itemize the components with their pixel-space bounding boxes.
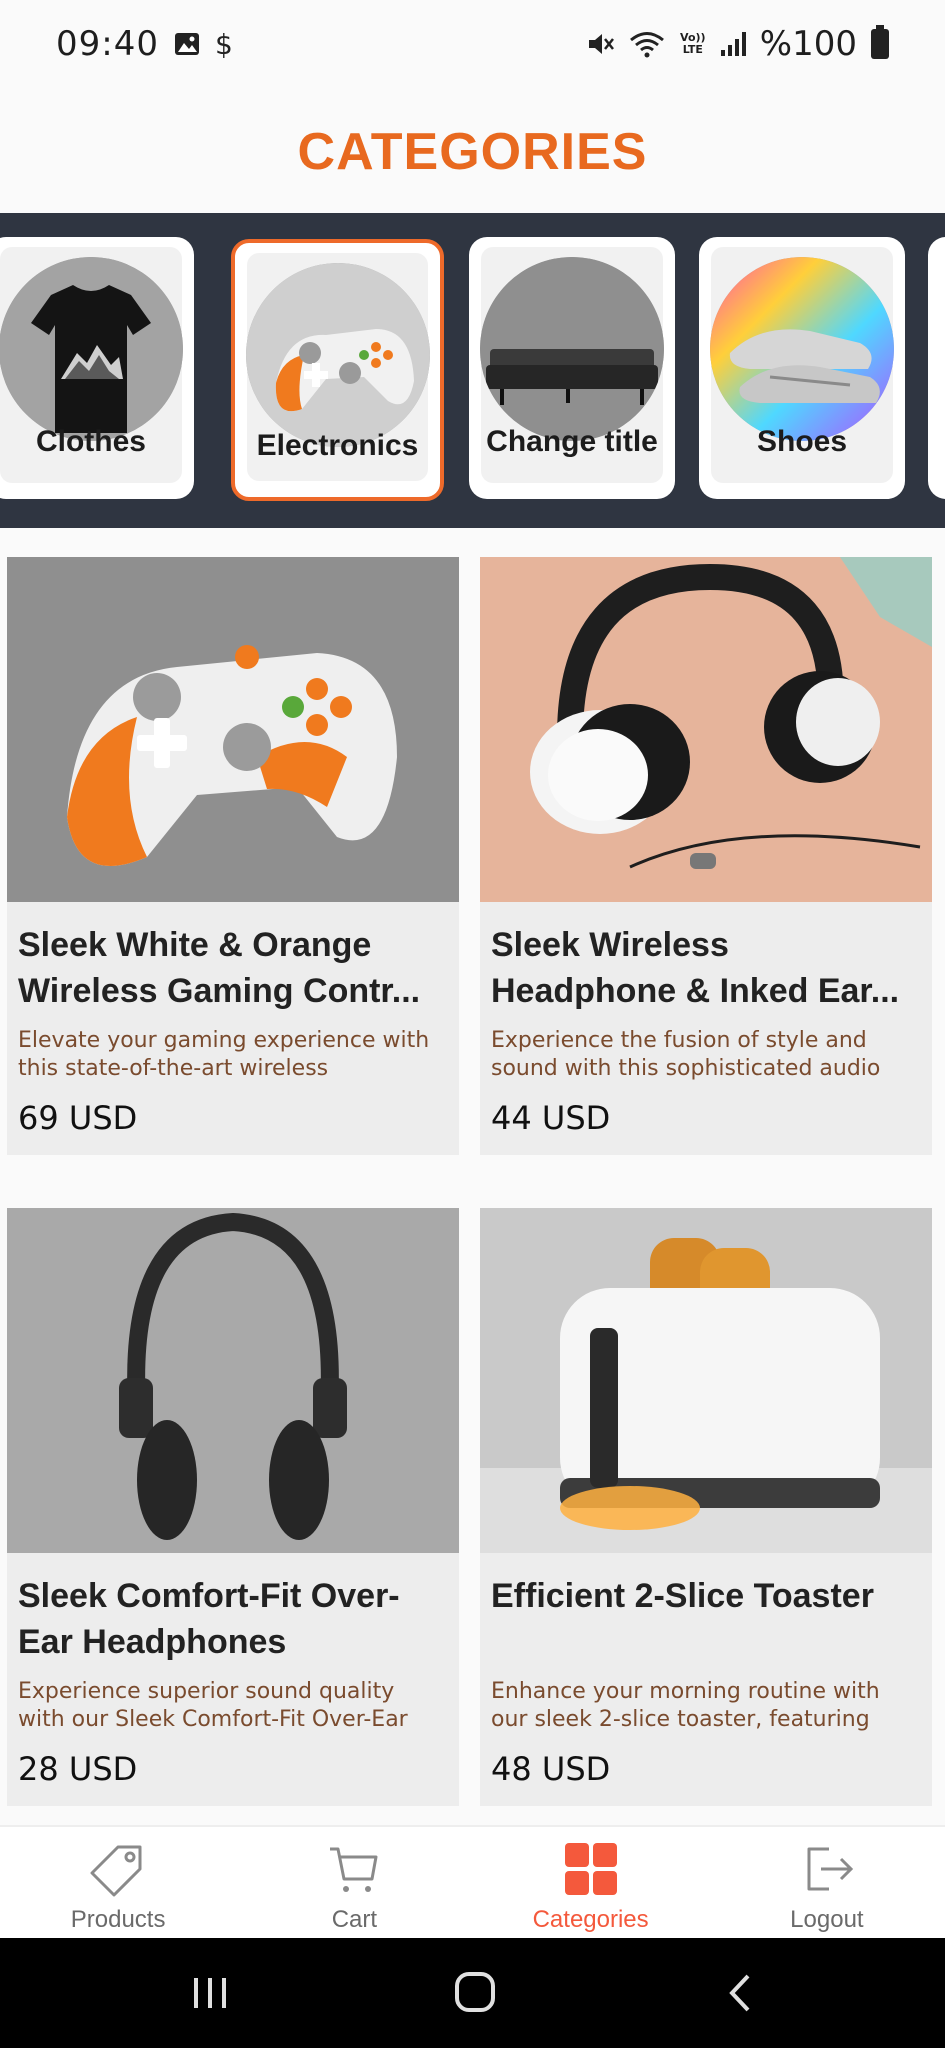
dollar-notification-icon: $ [214, 27, 233, 61]
product-description: Experience the fusion of style and sound… [491, 1028, 881, 1081]
status-time: 09:40 [56, 24, 159, 64]
wifi-icon [629, 32, 664, 58]
nav-label: Products [70, 1906, 166, 1933]
nav-item-logout[interactable]: Logout [709, 1827, 945, 1938]
category-carousel[interactable]: Clothes Electronics Change title Shoes [0, 213, 945, 528]
system-navigation-bar [0, 1938, 945, 2048]
gamepad-image [245, 263, 430, 447]
product-description: Elevate your gaming experience with this… [18, 1028, 430, 1081]
sneakers-image [710, 257, 894, 441]
nav-item-products[interactable]: Products [0, 1827, 236, 1938]
page-title: CATEGORIES [297, 123, 648, 181]
logout-icon [807, 1847, 853, 1891]
volte-indicator: Vo)) LTE [680, 31, 706, 56]
category-label: Change title [486, 425, 658, 458]
product-price: 69 USD [18, 1099, 138, 1137]
tag-icon [90, 1845, 142, 1897]
gallery-notification-icon [174, 33, 199, 55]
sofa-image [480, 257, 664, 441]
recent-apps-icon[interactable] [180, 1968, 240, 2018]
product-price: 48 USD [491, 1750, 611, 1788]
nav-item-cart[interactable]: Cart [236, 1827, 472, 1938]
grid-icon [564, 1843, 617, 1895]
headphones-image [480, 557, 932, 902]
product-title: Efficient 2-Slice Toaster [491, 1577, 874, 1615]
nav-item-categories[interactable]: Categories [473, 1827, 709, 1938]
nav-label: Logout [790, 1906, 864, 1933]
category-card-change-title[interactable]: Change title [469, 237, 675, 499]
home-icon[interactable] [445, 1968, 505, 2018]
product-price: 44 USD [491, 1099, 611, 1137]
battery-percentage: %100 [759, 24, 857, 64]
category-card-clothes[interactable]: Clothes [0, 237, 194, 499]
product-card[interactable]: Sleek White & Orange Wireless Gaming Con… [7, 557, 459, 1155]
mute-icon [588, 34, 614, 54]
black-headphones-image [7, 1208, 459, 1553]
product-description: Experience superior sound quality with o… [18, 1679, 408, 1732]
product-card[interactable]: Sleek Wireless Headphone & Inked Ear... … [480, 557, 932, 1155]
category-label: Electronics [256, 429, 419, 462]
product-title: Sleek White & Orange Wireless Gaming Con… [18, 926, 421, 1010]
product-title: Sleek Comfort-Fit Over-Ear Headphones [18, 1577, 400, 1661]
category-card-shoes[interactable]: Shoes [699, 237, 905, 499]
category-label: Shoes [756, 425, 848, 458]
gamepad-image [7, 557, 459, 902]
product-description: Enhance your morning routine with our sl… [491, 1679, 880, 1732]
back-icon[interactable] [710, 1968, 770, 2018]
category-label: Clothes [35, 425, 146, 458]
product-title: Sleek Wireless Headphone & Inked Ear... [491, 926, 900, 1010]
product-price: 28 USD [18, 1750, 138, 1788]
status-bar: 09:40 $ Vo)) LTE %100 [0, 0, 945, 88]
category-card-electronics[interactable]: Electronics [231, 239, 444, 501]
battery-icon [871, 25, 889, 59]
product-card[interactable]: Efficient 2-Slice Toaster Enhance your m… [480, 1208, 932, 1806]
signal-icon [720, 32, 746, 56]
bottom-navigation: Products Cart Categories Logout [0, 1825, 945, 1938]
cart-icon [330, 1847, 378, 1892]
product-card[interactable]: Sleek Comfort-Fit Over-Ear Headphones Ex… [7, 1208, 459, 1806]
tshirt-image [0, 257, 183, 441]
nav-label: Categories [532, 1906, 649, 1933]
nav-label: Cart [331, 1906, 378, 1933]
category-card-partial[interactable] [928, 237, 945, 499]
toaster-image [480, 1208, 932, 1553]
